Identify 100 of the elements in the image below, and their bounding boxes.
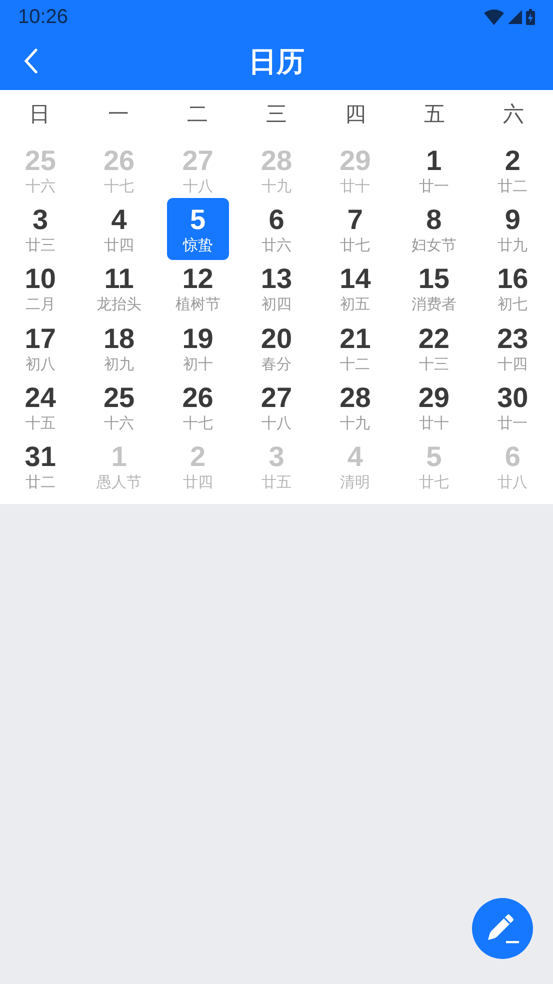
day-number: 17 [24,322,56,355]
lunar-date: 廿六 [261,236,292,254]
lunar-date: 龙抬头 [96,295,142,314]
day-number: 18 [103,322,135,355]
day-number: 5 [426,441,442,474]
lunar-date: 十九 [261,176,292,195]
signal-icon [508,10,522,24]
day-number: 27 [260,382,292,414]
battery-icon [526,8,535,24]
lunar-date: 消费者 [411,295,456,314]
lunar-date: 十八 [261,414,292,432]
day-cell[interactable]: 11 龙抬头 [88,257,150,320]
day-number: 29 [340,144,371,177]
lunar-date: 廿二 [498,176,528,195]
lunar-date: 二月 [25,295,56,314]
lunar-date: 十九 [340,414,370,432]
day-number: 3 [268,441,284,474]
lunar-date: 十八 [182,176,213,195]
lunar-date: 廿五 [261,473,292,492]
weekday-label: 三 [265,101,288,128]
lunar-date: 初八 [25,354,56,373]
day-number: 24 [24,382,56,414]
day-cell[interactable]: 31 廿二 [9,435,72,498]
day-cell[interactable]: 15 消费者 [402,257,465,320]
lunar-date: 初五 [340,295,370,314]
day-number: 16 [497,263,528,296]
day-number: 2 [190,441,206,474]
day-number: 26 [103,144,135,177]
lunar-date: 十七 [104,176,134,195]
day-number: 13 [260,263,292,296]
day-number: 28 [260,144,292,177]
day-cell[interactable]: 14 初五 [324,257,386,320]
weekday-label: 四 [344,101,367,128]
day-cell[interactable]: 5 惊蛰 [166,198,229,260]
day-number: 27 [182,144,214,177]
weekday-label: 二 [186,101,209,128]
day-number: 20 [260,322,292,355]
day-number: 21 [340,322,371,355]
lunar-date: 十六 [104,414,134,432]
lunar-date: 初四 [261,295,292,314]
weekday-label: 六 [502,101,525,128]
day-number: 28 [340,382,371,414]
lunar-date: 十六 [25,176,56,195]
day-number: 1 [111,441,127,474]
day-number: 7 [347,204,363,236]
day-number: 12 [182,263,214,296]
lunar-date: 植树节 [175,295,220,314]
lunar-date: 廿四 [104,236,134,254]
day-number: 22 [418,322,450,355]
day-number: 8 [426,204,442,236]
lunar-date: 清明 [340,473,370,492]
day-cell[interactable]: 13 初四 [245,257,308,320]
lunar-date: 十三 [418,354,449,373]
day-number: 11 [104,263,134,296]
day-number: 23 [497,322,528,355]
day-cell[interactable]: 10 二月 [9,257,72,320]
day-cell[interactable]: 16 初七 [482,257,544,320]
lunar-date: 廿十 [418,414,449,432]
day-cell[interactable]: 12 植树节 [166,257,229,320]
day-number: 6 [268,204,284,236]
lunar-date: 廿八 [498,473,528,492]
lunar-date: 廿一 [418,176,449,195]
back-icon [24,48,38,74]
day-number: 14 [340,263,371,296]
lunar-date: 惊蛰 [182,236,213,254]
lunar-date: 廿三 [25,236,56,254]
status-time: 10:26 [18,4,68,30]
day-number: 6 [504,441,520,474]
day-number: 19 [182,322,214,355]
day-number: 10 [24,263,56,296]
lunar-date: 十二 [340,354,370,373]
lunar-date: 廿四 [182,473,213,492]
lunar-date: 春分 [261,354,292,373]
lunar-date: 愚人节 [96,473,142,492]
lunar-date: 十四 [498,354,528,373]
lunar-date: 初十 [182,354,213,373]
day-number: 15 [418,263,450,296]
lunar-date: 廿七 [340,236,370,254]
day-number: 4 [111,204,127,236]
wifi-icon [484,8,504,24]
weekday-label: 一 [107,101,130,128]
day-number: 4 [347,441,363,474]
day-number: 29 [418,382,450,414]
day-number: 30 [497,382,528,414]
day-number: 1 [426,144,442,177]
day-number: 25 [103,382,135,414]
lunar-date: 初七 [498,295,528,314]
weekday-label: 日 [28,101,51,128]
lunar-date: 廿十 [340,176,370,195]
lunar-date: 妇女节 [411,236,456,254]
lunar-date: 廿一 [498,414,528,432]
day-number: 5 [190,204,206,236]
weekday-label: 五 [423,101,446,128]
day-number: 25 [24,144,56,177]
page-title: 日历 [248,44,304,80]
lunar-date: 廿九 [498,236,528,254]
lunar-date: 初九 [104,354,134,373]
lunar-date: 十七 [182,414,213,432]
lunar-date: 廿二 [25,473,56,492]
day-number: 26 [182,382,214,414]
